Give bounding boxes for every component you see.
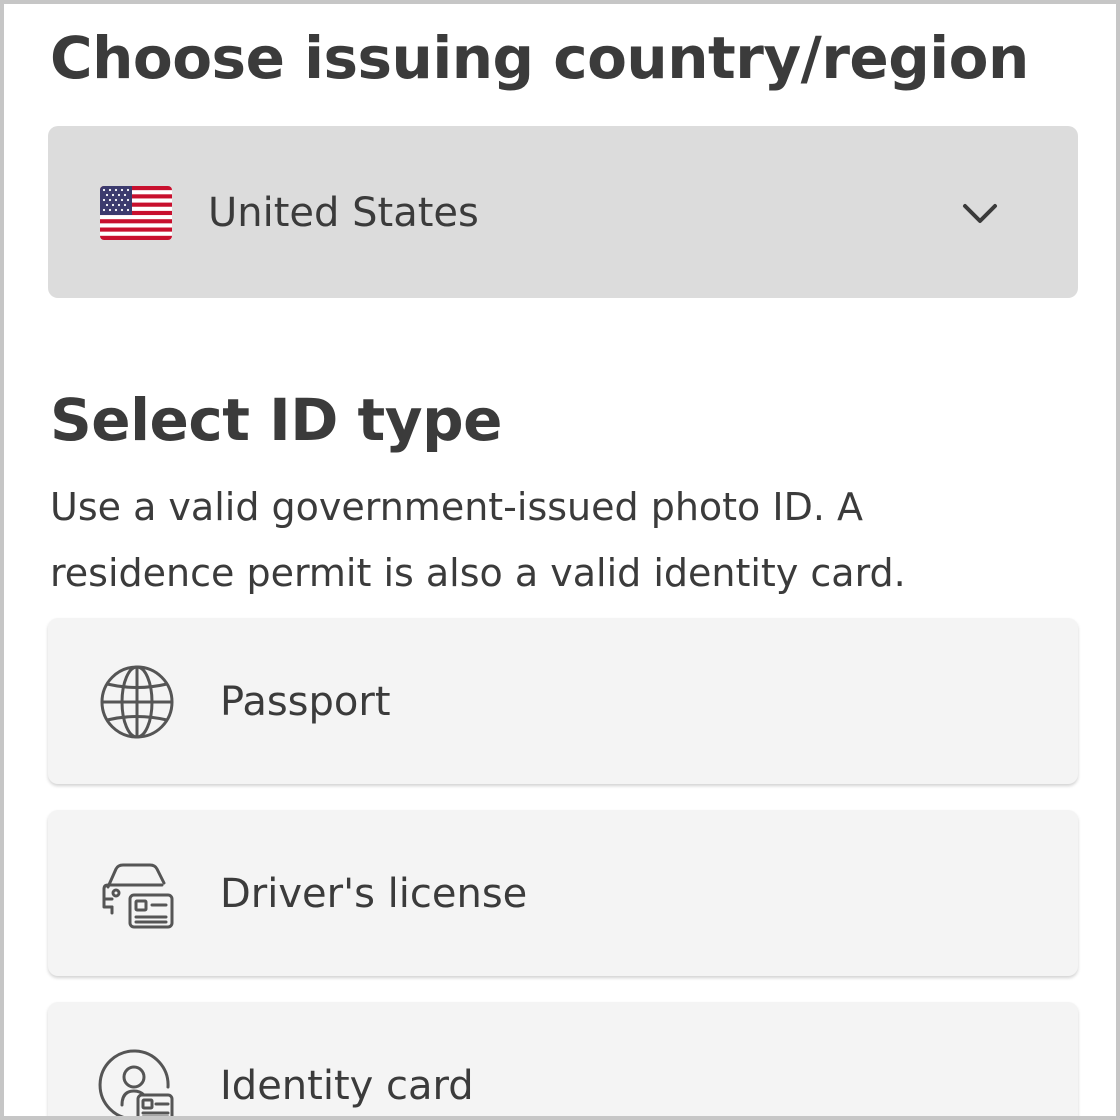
selected-country-label: United States xyxy=(208,190,479,236)
id-option-passport[interactable]: Passport xyxy=(48,618,1078,784)
country-section-title: Choose issuing country/region xyxy=(50,24,1029,92)
chevron-down-icon xyxy=(963,204,997,223)
id-option-identity-card[interactable]: Identity card xyxy=(48,1002,1078,1116)
person-id-card-icon xyxy=(98,1049,174,1116)
id-type-description: Use a valid government-issued photo ID. … xyxy=(50,485,906,595)
us-flag-icon xyxy=(100,186,172,240)
id-option-label: Driver's license xyxy=(220,871,528,917)
id-type-section-title: Select ID type xyxy=(50,386,502,454)
id-option-drivers-license[interactable]: Driver's license xyxy=(48,810,1078,976)
id-option-label: Identity card xyxy=(220,1063,474,1109)
country-dropdown[interactable]: United States xyxy=(48,126,1078,298)
globe-icon xyxy=(100,665,174,739)
id-selection-panel: Choose issuing country/region United Sta… xyxy=(0,0,1120,1120)
car-id-card-icon xyxy=(102,863,174,929)
id-option-label: Passport xyxy=(220,679,391,725)
